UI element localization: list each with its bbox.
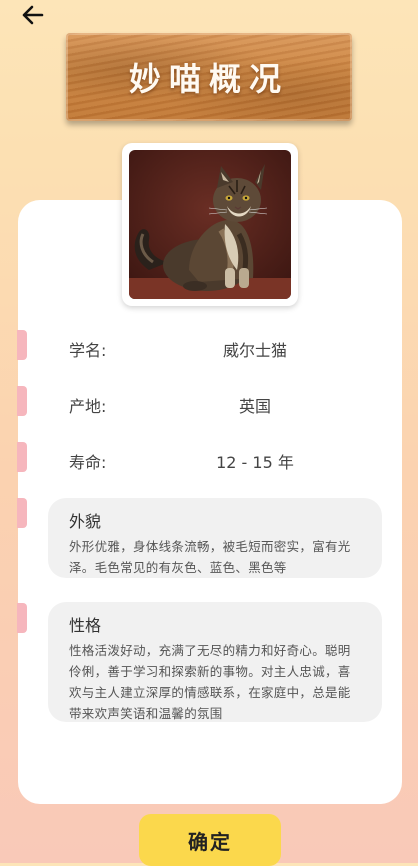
- cat-photo: [129, 150, 291, 299]
- confirm-button[interactable]: 确定: [139, 814, 281, 866]
- appearance-title: 外貌: [69, 512, 102, 531]
- section-marker: [17, 603, 27, 633]
- page-title: 妙喵概况: [128, 60, 289, 98]
- scientific-name-value: 威尔士猫: [222, 341, 287, 360]
- origin-label: 产地:: [69, 397, 107, 416]
- arrow-left-icon: [22, 5, 44, 25]
- back-button[interactable]: [20, 4, 48, 26]
- section-marker: [17, 498, 27, 528]
- lifespan-label: 寿命:: [69, 453, 107, 472]
- appearance-description: 外形优雅，身体线条流畅，被毛短而密实，富有光泽。毛色常见的有灰色、蓝色、黑色等: [69, 539, 351, 575]
- section-marker: [17, 386, 27, 416]
- personality-title: 性格: [69, 616, 102, 635]
- scientific-name-label: 学名:: [69, 341, 107, 360]
- lifespan-value: 12 - 15 年: [216, 453, 294, 472]
- title-banner: 妙喵概况: [66, 33, 352, 121]
- origin-value: 英国: [238, 397, 271, 416]
- section-marker: [17, 442, 27, 472]
- personality-description: 性格活泼好动，充满了无尽的精力和好奇心。聪明伶俐，善于学习和探索新的事物。对主人…: [69, 643, 351, 721]
- personality-section: 性格 性格活泼好动，充满了无尽的精力和好奇心。聪明伶俐，善于学习和探索新的事物。…: [48, 602, 382, 722]
- section-marker: [17, 330, 27, 360]
- cat-photo-frame: [122, 143, 298, 306]
- appearance-section: 外貌 外形优雅，身体线条流畅，被毛短而密实，富有光泽。毛色常见的有灰色、蓝色、黑…: [48, 498, 382, 578]
